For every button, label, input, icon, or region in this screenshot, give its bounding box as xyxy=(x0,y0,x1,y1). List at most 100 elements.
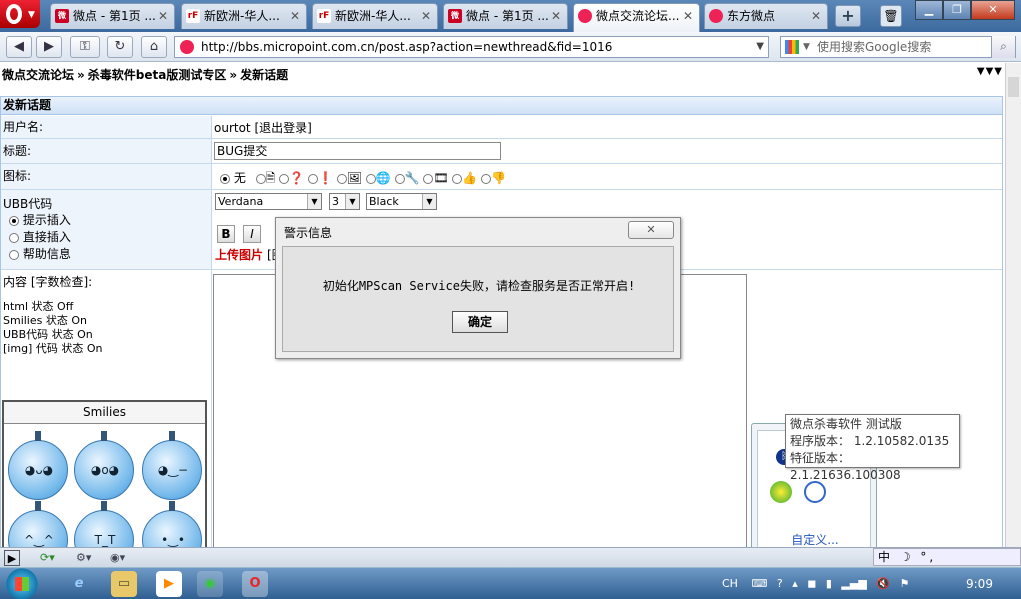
start-button[interactable] xyxy=(2,568,42,599)
panel-toggle-icon[interactable]: ▶ xyxy=(4,550,20,566)
smiley-happy-icon[interactable]: ^‿^ xyxy=(8,501,68,547)
smiley-tongue-icon[interactable]: ◕ᴗ◕ xyxy=(8,431,68,500)
ie-icon[interactable]: e xyxy=(66,571,92,597)
antivirus-icon[interactable] xyxy=(770,481,792,503)
url-text: http://bbs.micropoint.com.cn/post.asp?ac… xyxy=(201,40,613,54)
ubb-radio-prompt[interactable] xyxy=(9,215,19,226)
search-input[interactable]: ▼ 使用搜索Google搜索 ⌕ xyxy=(780,36,1016,58)
icon-radio[interactable] xyxy=(452,173,463,184)
keyboard-icon[interactable]: ⌨ xyxy=(751,577,767,590)
scrollbar-thumb[interactable] xyxy=(1008,77,1019,97)
close-icon[interactable]: ✕ xyxy=(551,4,561,28)
vertical-scrollbar[interactable] xyxy=(1005,63,1021,547)
customize-link[interactable]: 自定义... xyxy=(758,531,872,548)
media-player-icon[interactable]: ▶ xyxy=(156,571,182,597)
flag-icon[interactable]: ⚑ xyxy=(900,577,910,590)
show-hidden-icons[interactable]: ▴ xyxy=(792,577,798,590)
volume-icon[interactable]: 🔇 xyxy=(876,577,890,590)
tab-2[interactable]: rF 新欧洲-华人... ✕ xyxy=(181,3,307,29)
icon-radio[interactable] xyxy=(423,173,434,184)
tab-4[interactable]: 微微点 - 第1页 ... ✕ xyxy=(443,3,568,29)
search-icon[interactable]: ⌕ xyxy=(991,36,1015,58)
tooltip-program-version: 程序版本： 1.2.10582.0135 xyxy=(790,434,950,448)
ubb-radio-direct[interactable] xyxy=(9,232,19,243)
settings-icon[interactable]: ◉▾ xyxy=(110,550,125,566)
italic-button[interactable]: I xyxy=(243,225,261,243)
username-value[interactable]: ourtot [退出登录] xyxy=(214,119,312,136)
more-menu-icon[interactable]: ▼▼▼ xyxy=(977,66,1003,77)
picture-icon: 🖼 xyxy=(346,171,362,185)
antivirus-taskbar-icon[interactable]: ◉ xyxy=(197,571,223,597)
network-icon[interactable]: ▮ xyxy=(826,577,832,590)
title-input[interactable]: BUG提交 xyxy=(214,142,501,160)
sync-icon[interactable]: ⟳▾ xyxy=(40,550,55,566)
help-icon[interactable]: ? xyxy=(777,577,783,590)
smiley-wink-icon[interactable]: ◕‿− xyxy=(142,431,202,500)
minimize-button[interactable]: ▁ xyxy=(915,0,943,20)
dialog-close-button[interactable]: ✕ xyxy=(628,221,674,239)
address-field[interactable]: http://bbs.micropoint.com.cn/post.asp?ac… xyxy=(174,36,769,58)
tab-6[interactable]: 东方微点 ✕ xyxy=(704,3,828,29)
form-header: 发新话题 xyxy=(1,97,1002,115)
opera-menu-button[interactable]: ▼ xyxy=(0,0,40,28)
site-favicon-icon xyxy=(578,9,592,23)
reload-button[interactable]: ↻ xyxy=(107,36,133,58)
tab-3[interactable]: rF 新欧洲-华人... ✕ xyxy=(312,3,438,29)
ok-button[interactable]: 确定 xyxy=(452,311,508,333)
app-tray-icon[interactable]: ◼ xyxy=(807,577,816,590)
network-app-icon[interactable] xyxy=(804,481,826,503)
back-button[interactable]: ◀ xyxy=(6,36,32,58)
chevron-down-icon: ▼ xyxy=(345,194,359,209)
icon-radio[interactable] xyxy=(394,173,405,184)
close-window-button[interactable]: ✕ xyxy=(971,0,1015,20)
close-icon[interactable]: ✕ xyxy=(158,4,168,28)
tab-5-active[interactable]: 微点交流论坛... ✕ xyxy=(573,3,700,32)
chevron-down-icon[interactable]: ▼ xyxy=(803,37,810,57)
bold-button[interactable]: B xyxy=(217,225,235,243)
size-select[interactable]: 3 ▼ xyxy=(329,193,360,210)
key-icon[interactable]: ⚿ xyxy=(70,36,100,58)
dialog-message: 初始化MPScan Service失败，请检查服务是否正常开启! xyxy=(322,279,636,293)
smiley-surprised-icon[interactable]: ◕o◕ xyxy=(74,431,134,500)
icon-radio[interactable] xyxy=(307,173,318,184)
forward-button[interactable]: ▶ xyxy=(36,36,62,58)
tooltip-signature-version: 特征版本： 2.1.21636.100308 xyxy=(790,451,901,482)
trash-icon[interactable]: 🗑 xyxy=(880,5,902,27)
share-icon[interactable]: ⚙▾ xyxy=(76,550,91,566)
folder-icon[interactable]: ▭ xyxy=(111,571,137,597)
breadcrumb-board[interactable]: 杀毒软件beta版测试专区 xyxy=(88,68,227,82)
smiley-calm-icon[interactable]: •‿• xyxy=(142,501,202,547)
smiley-crying-icon[interactable]: T_T xyxy=(74,501,134,547)
tab-1[interactable]: 微微点 - 第1页 ... ✕ xyxy=(50,3,175,29)
close-icon[interactable]: ✕ xyxy=(811,4,821,28)
opera-logo-icon xyxy=(6,4,22,24)
icon-radio[interactable] xyxy=(481,173,492,184)
icon-radio[interactable] xyxy=(336,173,347,184)
tab-label: 新欧洲-华人... xyxy=(204,9,280,23)
ime-toolbar[interactable]: 中 ☽ °, xyxy=(873,548,1021,566)
breadcrumb-forum[interactable]: 微点交流论坛 xyxy=(2,68,74,82)
icon-radio[interactable] xyxy=(279,173,290,184)
icon-radio-none[interactable] xyxy=(220,173,230,184)
color-select[interactable]: Black ▼ xyxy=(366,193,437,210)
restore-button[interactable]: ❐ xyxy=(943,0,971,20)
upload-image-link[interactable]: 上传图片 xyxy=(215,246,263,263)
ubb-radio-help[interactable] xyxy=(9,249,19,260)
icon-radio[interactable] xyxy=(255,173,266,184)
close-icon[interactable]: ✕ xyxy=(421,4,431,28)
thumbs-up-icon: 👍 xyxy=(462,171,478,185)
chevron-down-icon[interactable]: ▼ xyxy=(756,37,764,57)
font-select[interactable]: Verdana ▼ xyxy=(215,193,322,210)
ubb-panel: UBB代码 提示插入 直接插入 帮助信息 xyxy=(1,190,212,269)
close-icon[interactable]: ✕ xyxy=(683,4,693,28)
language-indicator[interactable]: CH xyxy=(722,577,738,590)
icon-radio[interactable] xyxy=(365,173,376,184)
content-label: 内容 [字数检查]: xyxy=(3,275,93,289)
clock[interactable]: 9:09 xyxy=(966,568,993,599)
tab-label: 微点 - 第1页 ... xyxy=(73,9,156,23)
home-button[interactable]: ⌂ xyxy=(141,36,167,58)
close-icon[interactable]: ✕ xyxy=(290,4,300,28)
opera-taskbar-icon[interactable]: O xyxy=(242,571,268,597)
new-tab-button[interactable]: + xyxy=(835,5,861,27)
signal-icon[interactable]: ▂▄▆ xyxy=(841,577,866,590)
